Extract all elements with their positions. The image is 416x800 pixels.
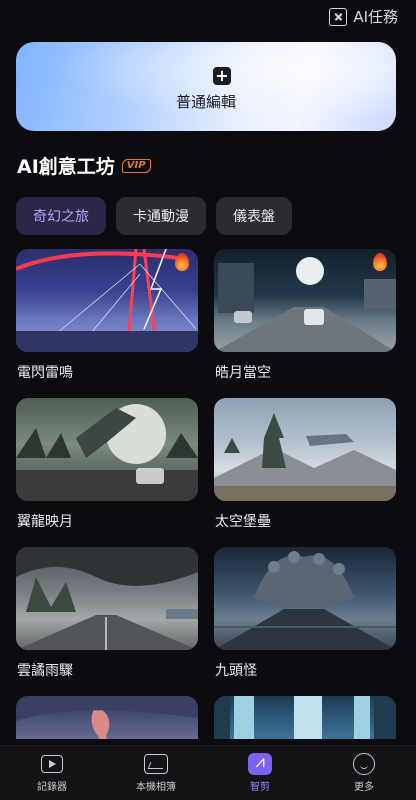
recorder-icon xyxy=(41,755,63,773)
space-fortress-image xyxy=(214,413,396,501)
hot-fire-icon xyxy=(373,253,387,271)
template-card[interactable] xyxy=(16,696,198,739)
bottom-navigation: 記錄器 本機相簿 智剪 更多 xyxy=(0,745,416,800)
template-title: 雲譎雨驟 xyxy=(17,663,73,679)
dragon-moon-image xyxy=(16,404,198,501)
template-thumbnail xyxy=(16,398,198,501)
template-thumbnail xyxy=(214,547,396,650)
regular-edit-label: 普通編輯 xyxy=(175,93,236,111)
waterfall-image xyxy=(214,696,396,739)
section-title: AI創意工坊 xyxy=(17,156,115,178)
template-card[interactable] xyxy=(214,696,396,739)
template-thumbnail xyxy=(214,398,396,501)
nav-more[interactable]: 更多 xyxy=(312,746,416,800)
hot-fire-icon xyxy=(175,253,189,271)
full-moon-road-image xyxy=(214,257,396,352)
nav-recorder[interactable]: 記錄器 xyxy=(0,746,104,800)
template-card[interactable]: 雲譎雨驟 xyxy=(16,547,198,679)
template-thumbnail xyxy=(214,249,396,352)
nav-smart-edit[interactable]: 智剪 xyxy=(208,746,312,800)
template-title: 翼龍映月 xyxy=(17,514,73,530)
template-card[interactable]: 電閃雷鳴 xyxy=(16,249,198,381)
storm-rain-image xyxy=(16,547,198,650)
regular-edit-banner[interactable]: + 普通編輯 xyxy=(16,42,396,131)
template-card[interactable]: 翼龍映月 xyxy=(16,398,198,530)
template-card[interactable]: 太空堡壘 xyxy=(214,398,396,530)
template-card[interactable]: 皓月當空 xyxy=(214,249,396,381)
template-title: 太空堡壘 xyxy=(215,514,271,530)
template-title: 九頭怪 xyxy=(215,663,257,679)
nav-label: 記錄器 xyxy=(37,782,67,793)
bridge-storm-image xyxy=(16,249,198,352)
template-thumbnail xyxy=(214,696,396,739)
template-title: 皓月當空 xyxy=(215,365,271,381)
template-thumbnail xyxy=(16,696,198,739)
template-title: 電閃雷鳴 xyxy=(17,365,73,381)
vip-badge: VIP xyxy=(121,158,151,173)
top-bar: AI任務 xyxy=(0,0,416,36)
tornado-image xyxy=(16,696,198,739)
category-tabs: 奇幻之旅 卡通動漫 儀表盤 xyxy=(16,197,292,235)
tab-dashboard[interactable]: 儀表盤 xyxy=(216,197,292,235)
ai-task-icon xyxy=(329,7,348,26)
hydra-monster-image xyxy=(214,551,396,650)
template-card[interactable]: 九頭怪 xyxy=(214,547,396,679)
ai-creative-workshop-header: AI創意工坊 VIP xyxy=(17,152,151,179)
template-grid: 電閃雷鳴 皓月當空 翼龍映月 太空堡壘 雲譎雨驟 九頭怪 xyxy=(16,249,400,739)
nav-local-album[interactable]: 本機相簿 xyxy=(104,746,208,800)
ai-tasks-button[interactable]: AI任務 xyxy=(329,6,398,27)
tab-fantasy-journey[interactable]: 奇幻之旅 xyxy=(16,197,106,235)
template-thumbnail xyxy=(16,547,198,650)
smart-edit-icon xyxy=(248,752,272,775)
nav-label: 智剪 xyxy=(250,782,270,793)
template-thumbnail xyxy=(16,249,198,352)
album-icon xyxy=(144,754,168,774)
nav-label: 本機相簿 xyxy=(136,782,176,793)
tab-cartoon-anime[interactable]: 卡通動漫 xyxy=(116,197,206,235)
nav-label: 更多 xyxy=(354,782,374,793)
ai-tasks-label: AI任務 xyxy=(353,8,398,26)
plus-icon: + xyxy=(213,67,231,85)
more-icon xyxy=(353,753,375,775)
